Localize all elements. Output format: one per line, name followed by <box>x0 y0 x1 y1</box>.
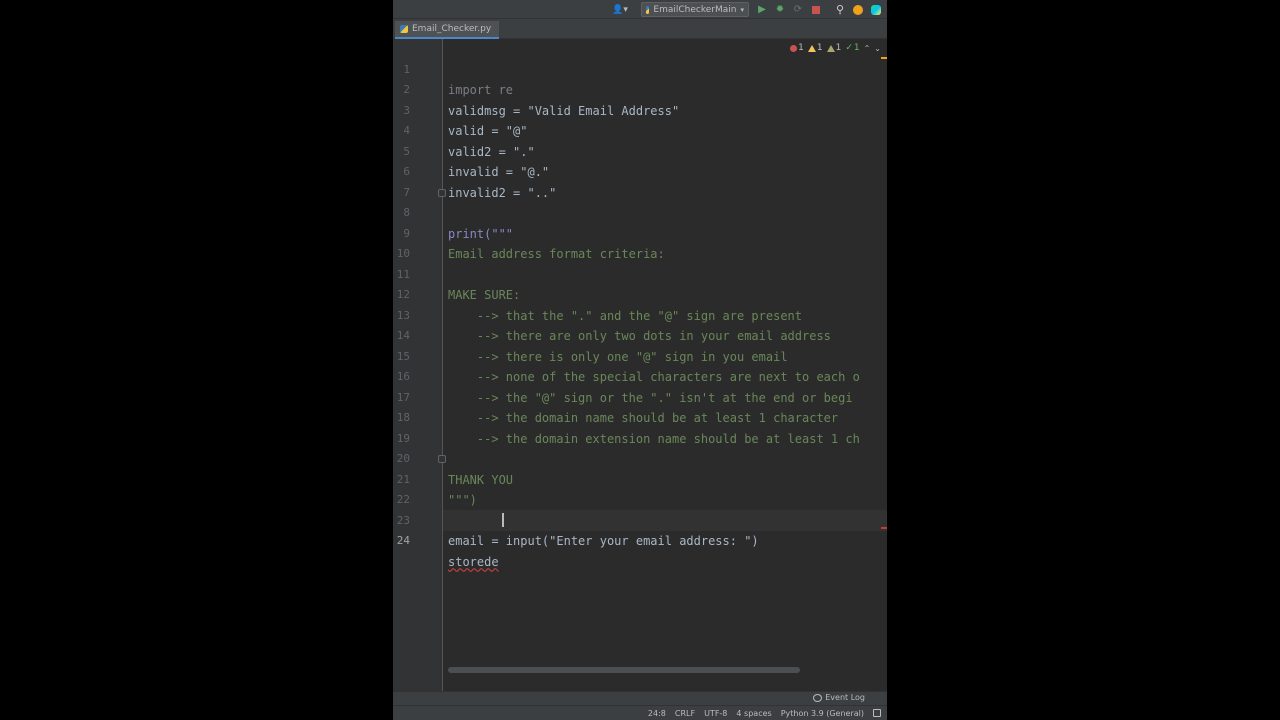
lock-icon[interactable] <box>873 709 881 717</box>
chevron-down-icon: ⌄ <box>874 43 881 53</box>
update-icon <box>853 4 863 15</box>
error-stripe-mark[interactable] <box>881 527 887 529</box>
code-text: storede <box>448 554 499 569</box>
code-line: 11 MAKE SURE: <box>393 244 887 303</box>
code-line: 12 --> that the "." and the "@" sign are… <box>393 265 887 323</box>
search-everywhere-button[interactable]: ⚲ <box>833 2 847 17</box>
python-file-icon <box>646 5 650 14</box>
updates-button[interactable] <box>851 2 865 17</box>
run-configuration-dropdown[interactable]: EmailCheckerMain ▾ <box>641 2 749 17</box>
code-line: 20 THANK YOU <box>393 429 887 487</box>
previous-highlight-button[interactable]: ⌃ <box>864 44 871 53</box>
warning-icon <box>807 44 816 52</box>
inspection-widget[interactable]: 1 1 1 ✓ 1 ⌃ ⌄ <box>790 43 881 53</box>
code-line: 3 valid = "@" <box>393 80 887 139</box>
speech-bubble-icon <box>813 693 823 702</box>
run-button[interactable]: ▶ <box>755 2 769 17</box>
errors-count[interactable]: 1 <box>790 43 804 53</box>
code-line: 13 --> there are only two dots in your e… <box>393 285 887 344</box>
tab-label: Email_Checker.py <box>412 24 492 34</box>
bug-icon: ✹ <box>775 4 785 15</box>
line-number: 24 <box>396 534 410 547</box>
code-line: 17 --> the domain name should be at leas… <box>393 367 887 426</box>
warning-stripe-mark[interactable] <box>881 57 887 59</box>
debug-button[interactable]: ✹ <box>773 2 787 17</box>
code-line: 22 <box>393 470 887 506</box>
user-menu-button[interactable]: 👤 ▾ <box>609 2 631 17</box>
code-line: 15 --> none of the special characters ar… <box>393 326 887 385</box>
error-icon <box>790 44 798 52</box>
weak-warnings-count[interactable]: 1 <box>826 43 842 53</box>
weak-warning-icon <box>826 44 835 52</box>
typos-count[interactable]: ✓ 1 <box>845 43 859 53</box>
event-log-label: Event Log <box>825 693 865 702</box>
code-line-current: 24 storede <box>393 511 887 569</box>
ide-window: 👤 ▾ EmailCheckerMain ▾ ▶ ✹ ⟳ ⚲ Email_Che… <box>393 0 887 720</box>
tab-email-checker[interactable]: Email_Checker.py <box>395 21 500 39</box>
text-caret <box>502 513 504 527</box>
code-line: 6 invalid2 = ".." <box>393 142 887 200</box>
stop-button[interactable] <box>809 2 823 17</box>
play-icon: ▶ <box>758 4 766 15</box>
line-separator[interactable]: CRLF <box>675 709 695 718</box>
run-with-coverage-button[interactable]: ⟳ <box>791 2 805 17</box>
chevron-down-icon: ▾ <box>623 4 628 15</box>
code-line: 2 validmsg = "Valid Email Address" <box>393 60 887 118</box>
warnings-count-text: 1 <box>816 43 823 53</box>
tool-window-strip: Event Log <box>393 691 887 705</box>
code-line: 9 Email address format criteria: <box>393 203 887 262</box>
jetbrains-logo-icon <box>871 4 881 15</box>
code-line: 19 <box>393 408 887 445</box>
chevron-up-icon: ⌃ <box>863 43 871 53</box>
code-line: 16 --> the "@" sign or the "." isn't at … <box>393 347 887 405</box>
errors-count-text: 1 <box>798 43 804 53</box>
main-toolbar: 👤 ▾ EmailCheckerMain ▾ ▶ ✹ ⟳ ⚲ <box>393 0 887 19</box>
code-line: 18 --> the domain extension name should … <box>393 388 887 446</box>
python-file-icon <box>400 25 408 33</box>
caret-position[interactable]: 24:8 <box>648 709 666 718</box>
status-bar: 24:8 CRLF UTF-8 4 spaces Python 3.9 (Gen… <box>393 705 887 720</box>
python-interpreter[interactable]: Python 3.9 (General) <box>781 709 864 718</box>
weak-warnings-count-text: 1 <box>835 43 842 53</box>
code-text: email = input("Enter your email address:… <box>448 534 759 548</box>
code-line: 8 print(""" <box>393 183 887 241</box>
code-line: 10 <box>393 224 887 260</box>
coverage-icon: ⟳ <box>793 4 803 15</box>
code-line: 7 <box>393 162 887 199</box>
code-line: 23 email = input("Enter your email addre… <box>393 490 887 549</box>
stop-icon <box>812 5 820 14</box>
jetbrains-toolbox-button[interactable] <box>869 2 883 17</box>
editor-tab-bar: Email_Checker.py <box>393 19 887 39</box>
horizontal-scrollbar[interactable] <box>448 667 800 673</box>
next-highlight-button[interactable]: ⌄ <box>874 44 881 53</box>
search-icon: ⚲ <box>835 3 845 16</box>
file-encoding[interactable]: UTF-8 <box>704 709 727 718</box>
run-configuration-label: EmailCheckerMain <box>653 4 737 15</box>
code-line: 21 """) <box>393 449 887 508</box>
code-line: 5 invalid = "@." <box>393 121 887 180</box>
code-line: 14 --> there is only one "@" sign in you… <box>393 306 887 364</box>
warnings-count[interactable]: 1 <box>807 43 823 53</box>
chevron-down-icon: ▾ <box>740 5 744 14</box>
check-icon: ✓ <box>845 43 853 53</box>
user-icon: 👤 <box>612 4 624 15</box>
code-editor[interactable]: 1 import re 2 validmsg = "Valid Email Ad… <box>393 39 887 691</box>
code-line: 4 valid2 = "." <box>393 101 887 159</box>
indent-setting[interactable]: 4 spaces <box>736 709 771 718</box>
event-log-button[interactable]: Event Log <box>813 693 865 702</box>
typos-count-text: 1 <box>853 43 860 53</box>
